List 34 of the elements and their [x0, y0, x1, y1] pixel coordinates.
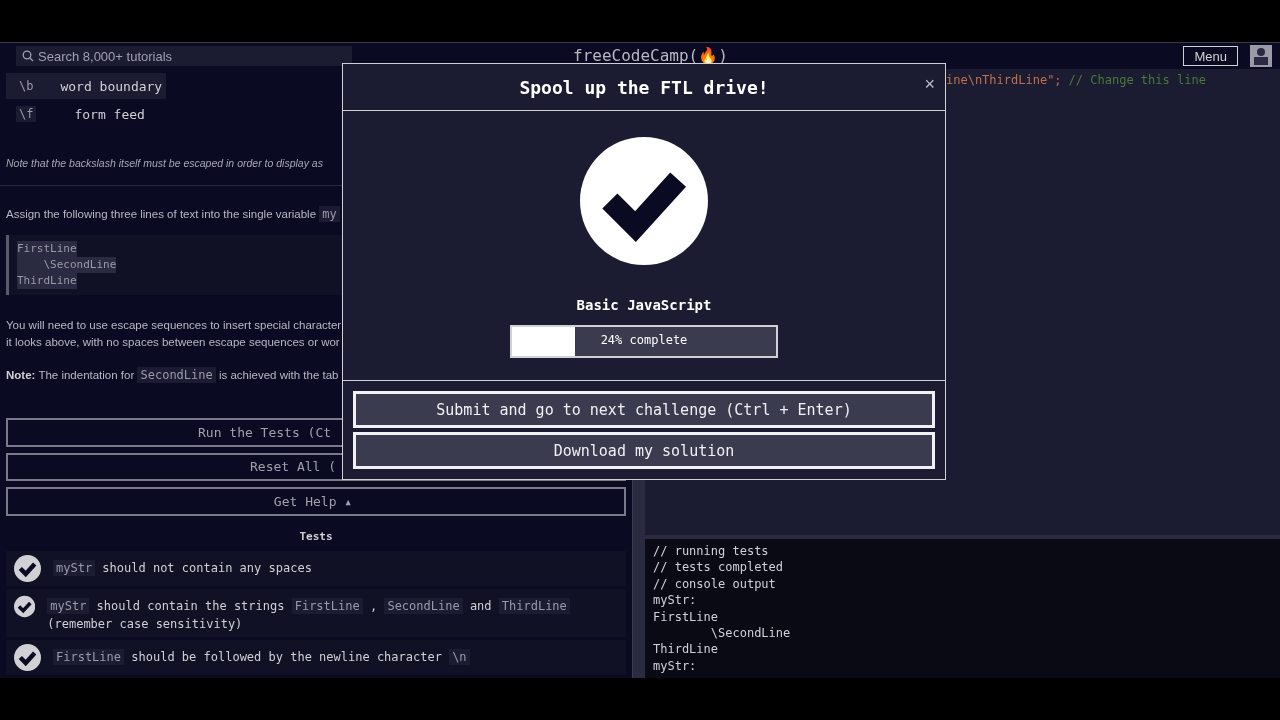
console-line: myStr:	[653, 592, 698, 609]
code-text: \f	[16, 106, 37, 122]
paragraph-line: it looks above, with no spaces between escape sequences or wor	[6, 334, 340, 350]
console-line: ThirdLine	[653, 641, 720, 658]
console-line: \SecondLine	[709, 625, 792, 642]
test-text: myStr should contain the strings FirstLine , SecondLine and ThirdLine (remember case sensitivity)	[47, 593, 618, 633]
console-line: // console output	[653, 575, 777, 593]
table-cell: form feed	[74, 106, 145, 122]
search-icon	[22, 50, 34, 62]
check-icon	[580, 137, 708, 265]
tests-heading: Tests	[298, 530, 334, 543]
note-text: Note: The indentation for SecondLine is achieved with the tab	[6, 366, 339, 384]
paragraph-line: You will need to use escape sequences to insert special character	[6, 317, 342, 333]
search-field[interactable]: Search 8,000+ tutorials	[16, 46, 352, 66]
console-line: // tests completed	[653, 559, 785, 576]
note-text: Note that the backslash itself must be escaped in order to display as	[6, 157, 323, 169]
progress-label: 24% complete	[600, 333, 688, 347]
dialog-title: Spool up the FTL drive!	[519, 76, 769, 98]
instruction-text: Assign the following three lines of text into the single variable my	[6, 205, 340, 223]
site-logo[interactable]: freeCodeCamp(🔥)	[573, 46, 728, 65]
console-line: myStr:	[653, 657, 698, 675]
download-button[interactable]: Download my solution	[353, 432, 935, 469]
test-text: myStr should not contain any spaces	[53, 555, 312, 577]
menu-button[interactable]: Menu	[1183, 46, 1238, 66]
code-line: ine\nThirdLine"; // Change this line	[946, 73, 1207, 87]
avatar-icon[interactable]	[1250, 45, 1272, 67]
block-title: Basic JavaScript	[576, 297, 712, 313]
console-line: FirstLine	[653, 608, 720, 626]
submit-button[interactable]: Submit and go to next challenge (Ctrl + Enter)	[353, 391, 935, 428]
table-cell: word boundary	[60, 78, 163, 94]
console-line: // running tests	[653, 543, 770, 560]
close-button[interactable]: ×	[922, 74, 937, 95]
help-button[interactable]: Get Help ▴	[6, 487, 626, 516]
test-text: FirstLine should be followed by the newline character \n	[53, 644, 470, 666]
